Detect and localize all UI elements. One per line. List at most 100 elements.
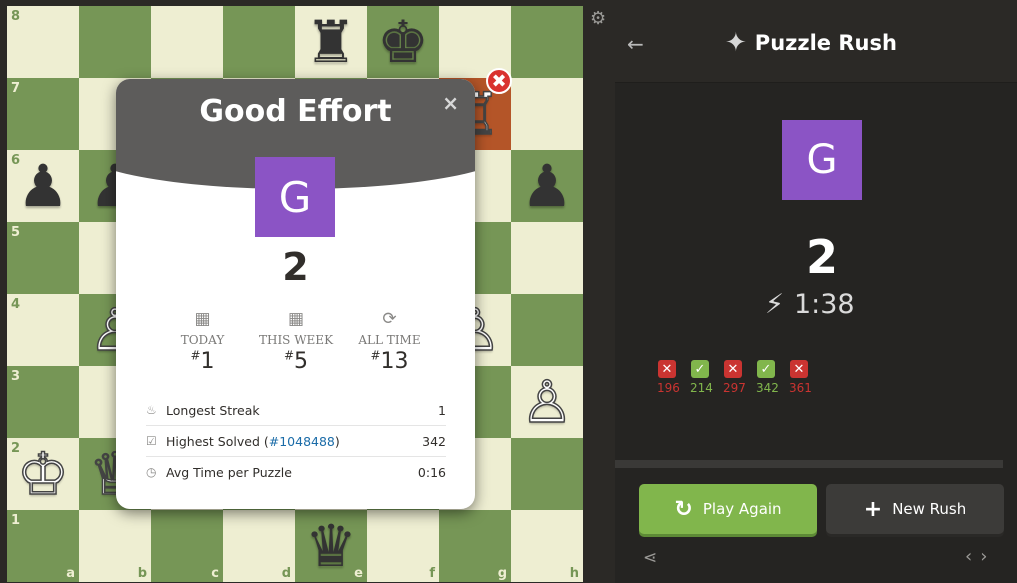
square-a7[interactable]: 7 <box>7 78 79 150</box>
black-queen-icon[interactable]: ♛ <box>295 510 367 582</box>
black-pawn-icon[interactable]: ♟ <box>511 150 583 222</box>
square-e8[interactable]: ♜ <box>295 6 367 78</box>
chevron-right-icon[interactable]: › <box>980 546 995 567</box>
square-h3[interactable]: ♙ <box>511 366 583 438</box>
rank-label: 7 <box>11 81 21 96</box>
stat-value: 342 <box>422 433 446 449</box>
file-label: d <box>281 566 291 581</box>
square-h7[interactable] <box>511 78 583 150</box>
result-rating: 342 <box>756 381 779 395</box>
result-modal: Good Effort × G 2 ▦ TODAY #1 ▦ THIS WEEK… <box>116 79 475 509</box>
avatar: G <box>255 157 335 237</box>
square-a6[interactable]: 6 ♟ <box>7 150 79 222</box>
square-h8[interactable] <box>511 6 583 78</box>
stat-label: Longest Streak <box>166 402 260 418</box>
wrong-move-icon: ✖ <box>486 68 512 94</box>
settings-gear-icon[interactable]: ⚙ <box>590 8 606 29</box>
timer: ⚡ 1:38 <box>765 289 855 320</box>
stat-longest-streak: ♨ Longest Streak 1 <box>146 395 446 426</box>
square-d8[interactable] <box>223 6 295 78</box>
rank-label: 3 <box>11 369 21 384</box>
refresh-icon: ⟳ <box>382 309 397 329</box>
square-a8[interactable]: 8 <box>7 6 79 78</box>
square-d1[interactable]: d <box>223 510 295 582</box>
calendar-icon: ▦ <box>287 309 305 329</box>
square-a5[interactable]: 5 <box>7 222 79 294</box>
panel-score: 2 <box>805 230 838 284</box>
fail-icon: ✕ <box>724 360 742 378</box>
play-again-label: Play Again <box>702 500 782 518</box>
share-icon[interactable]: ⋖ <box>643 548 657 568</box>
square-c8[interactable] <box>151 6 223 78</box>
square-h1[interactable]: h <box>511 510 583 582</box>
file-label: a <box>66 566 75 581</box>
black-rook-icon[interactable]: ♜ <box>295 6 367 78</box>
modal-title: Good Effort <box>199 94 392 129</box>
square-a2[interactable]: 2 ♔ <box>7 438 79 510</box>
back-arrow-icon[interactable]: ← <box>627 32 644 56</box>
panel-title-text: Puzzle Rush <box>754 31 897 55</box>
rank-label: 8 <box>11 9 21 24</box>
black-pawn-icon[interactable]: ♟ <box>7 150 79 222</box>
square-c1[interactable]: c <box>151 510 223 582</box>
square-g1[interactable]: g <box>439 510 511 582</box>
result-rating: 361 <box>789 381 812 395</box>
rank-label: 4 <box>11 297 21 312</box>
black-king-icon[interactable]: ♚ <box>367 6 439 78</box>
file-label: c <box>211 566 219 581</box>
stat-value: 1 <box>438 402 446 418</box>
square-f1[interactable]: f <box>367 510 439 582</box>
check-icon: ✓ <box>691 360 709 378</box>
fail-icon: ✕ <box>658 360 676 378</box>
avatar: G <box>782 120 862 200</box>
white-king-icon[interactable]: ♔ <box>7 438 79 510</box>
file-label: h <box>569 566 579 581</box>
check-icon: ✓ <box>757 360 775 378</box>
white-pawn-icon[interactable]: ♙ <box>511 366 583 438</box>
square-f8[interactable]: ♚ <box>367 6 439 78</box>
result-item[interactable]: ✓ 214 <box>690 360 713 395</box>
square-b1[interactable]: b <box>79 510 151 582</box>
square-a1[interactable]: 1a <box>7 510 79 582</box>
play-again-button[interactable]: ↻ Play Again <box>639 484 817 534</box>
rank-label: TODAY <box>180 333 225 347</box>
result-item[interactable]: ✕ 196 <box>657 360 680 395</box>
square-h6[interactable]: ♟ <box>511 150 583 222</box>
puzzle-link[interactable]: #1048488 <box>269 434 335 449</box>
result-item[interactable]: ✕ 297 <box>723 360 746 395</box>
stat-value: 0:16 <box>417 464 446 480</box>
stats-list: ♨ Longest Streak 1 ☑ Highest Solved (#10… <box>146 395 446 487</box>
stat-label: Highest Solved (#1048488) <box>166 433 340 449</box>
stat-label: Avg Time per Puzzle <box>166 464 292 480</box>
result-item[interactable]: ✓ 342 <box>756 360 779 395</box>
rank-label: ALL TIME <box>358 333 421 347</box>
rank-all-time: ⟳ ALL TIME #13 <box>343 309 436 374</box>
chevron-left-icon[interactable]: ‹ <box>965 546 980 567</box>
panel-title: ✦ Puzzle Rush <box>725 28 897 58</box>
calendar-icon: ▦ <box>194 309 211 329</box>
rank-label: 5 <box>11 225 21 240</box>
square-h5[interactable] <box>511 222 583 294</box>
square-a4[interactable]: 4 <box>7 294 79 366</box>
file-label: f <box>429 566 435 581</box>
close-icon[interactable]: × <box>442 91 459 115</box>
result-rating: 297 <box>723 381 746 395</box>
square-e1[interactable]: e ♛ <box>295 510 367 582</box>
square-h2[interactable] <box>511 438 583 510</box>
move-navigation: ‹› <box>965 546 995 567</box>
square-a3[interactable]: 3 <box>7 366 79 438</box>
lightning-icon: ⚡ <box>765 289 784 320</box>
plus-icon: + <box>863 496 883 522</box>
clock-icon: ◷ <box>146 465 157 479</box>
new-rush-button[interactable]: + New Rush <box>826 484 1004 534</box>
fail-icon: ✕ <box>790 360 808 378</box>
result-rating: 196 <box>657 381 680 395</box>
puzzle-rush-panel: ← ✦ Puzzle Rush G 2 ⚡ 1:38 ✕ 196 ✓ 214 ✕… <box>615 6 1017 583</box>
result-item[interactable]: ✕ 361 <box>789 360 812 395</box>
timer-value: 1:38 <box>793 289 855 320</box>
results-list: ✕ 196 ✓ 214 ✕ 297 ✓ 342 ✕ 361 <box>657 360 812 395</box>
rank-summary: ▦ TODAY #1 ▦ THIS WEEK #5 ⟳ ALL TIME #13 <box>156 309 436 374</box>
square-b8[interactable] <box>79 6 151 78</box>
result-rating: 214 <box>690 381 713 395</box>
square-h4[interactable] <box>511 294 583 366</box>
